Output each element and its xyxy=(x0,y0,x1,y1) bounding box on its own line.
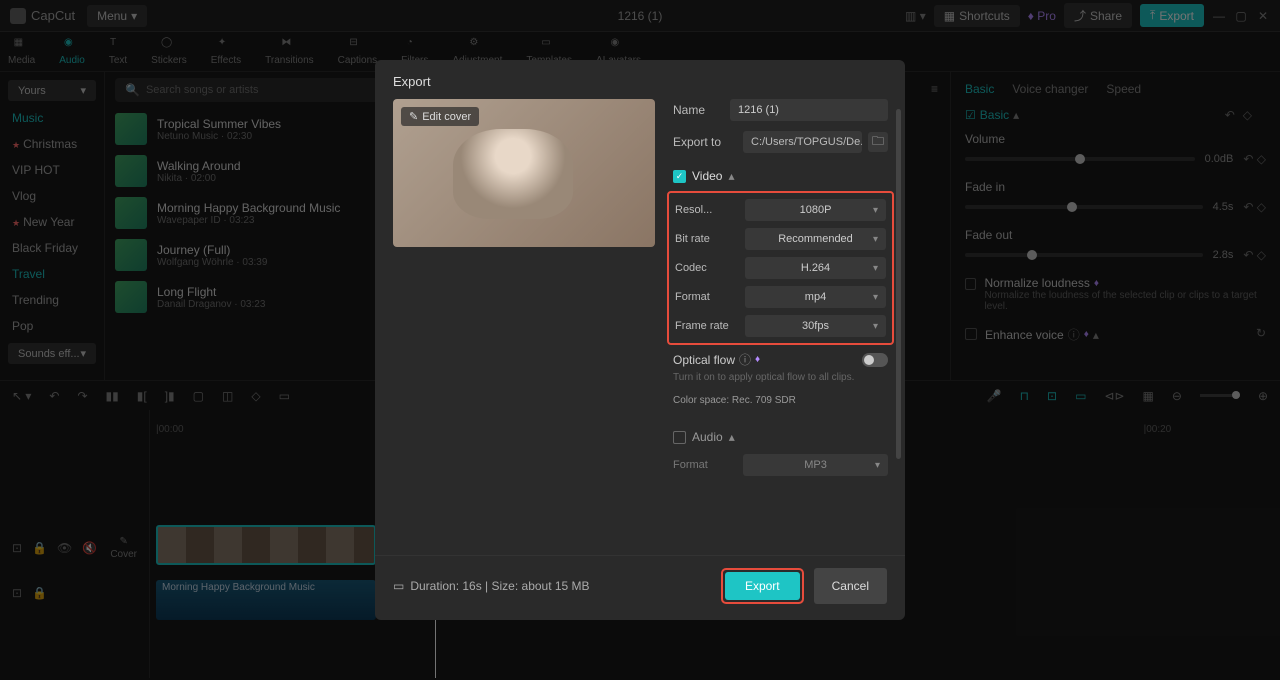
export-confirm-button[interactable]: Export xyxy=(725,572,800,600)
film-icon: ▭ xyxy=(393,579,404,593)
framerate-select[interactable]: 30fps xyxy=(745,315,886,337)
duration-info: ▭Duration: 16s | Size: about 15 MB xyxy=(393,579,590,593)
audio-checkbox[interactable] xyxy=(673,431,686,444)
edit-cover-button[interactable]: ✎Edit cover xyxy=(401,107,479,126)
export-dialog: Export ✎Edit cover Name Export to C:/Use… xyxy=(375,60,905,620)
diamond-icon: ♦ xyxy=(755,354,760,365)
cancel-button[interactable]: Cancel xyxy=(814,568,887,604)
export-path: C:/Users/TOPGUS/De... xyxy=(743,131,862,153)
chevron-up-icon[interactable]: ▴ xyxy=(729,430,735,444)
codec-select[interactable]: H.264 xyxy=(745,257,886,279)
dialog-title: Export xyxy=(375,60,905,99)
video-checkbox[interactable]: ✓ xyxy=(673,170,686,183)
chevron-up-icon[interactable]: ▴ xyxy=(728,169,734,183)
name-input[interactable] xyxy=(730,99,888,121)
pencil-icon: ✎ xyxy=(409,110,418,123)
name-label: Name xyxy=(673,103,730,117)
folder-icon[interactable]: 🗀 xyxy=(868,132,888,152)
scrollbar[interactable] xyxy=(896,109,901,459)
exportto-label: Export to xyxy=(673,135,743,149)
bitrate-select[interactable]: Recommended xyxy=(745,228,886,250)
audio-section-label: Audio xyxy=(692,430,723,444)
video-section-label: Video xyxy=(692,169,722,183)
optical-flow-toggle[interactable] xyxy=(862,353,888,367)
format-select[interactable]: mp4 xyxy=(745,286,886,308)
audio-format-select[interactable]: MP3 xyxy=(743,454,888,476)
annotation-highlight: Export xyxy=(721,568,804,604)
annotation-highlight: Resol...1080P Bit rateRecommended CodecH… xyxy=(667,191,894,345)
resolution-select[interactable]: 1080P xyxy=(745,199,886,221)
export-preview: ✎Edit cover xyxy=(393,99,655,247)
info-icon[interactable]: ⓘ xyxy=(739,351,751,368)
